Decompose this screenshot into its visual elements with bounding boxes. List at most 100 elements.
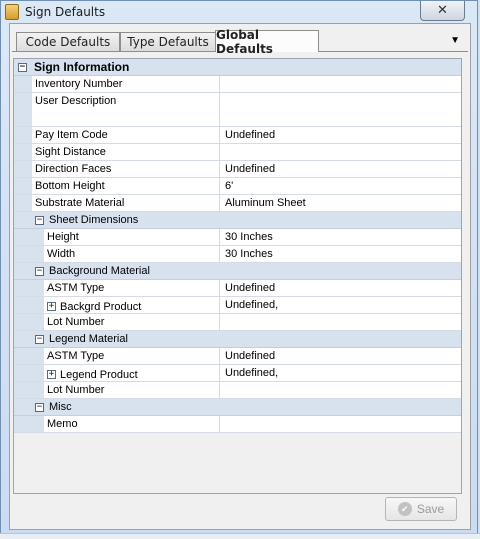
row-gutter	[14, 76, 32, 92]
property-name: Inventory Number	[32, 76, 220, 92]
property-name: Direction Faces	[32, 161, 220, 177]
group-misc[interactable]: − Misc	[14, 399, 461, 416]
title-bar: Sign Defaults ✕	[1, 1, 477, 23]
property-name: + Backgrd Product	[44, 297, 220, 313]
category-label: Sign Information	[34, 60, 130, 74]
property-value[interactable]	[220, 76, 461, 92]
group-label: Sheet Dimensions	[49, 214, 139, 226]
category-sign-information[interactable]: − Sign Information	[14, 59, 461, 76]
tab-type-defaults[interactable]: Type Defaults	[120, 32, 216, 51]
property-name: ASTM Type	[44, 280, 220, 296]
window-title: Sign Defaults	[25, 5, 106, 19]
collapse-icon[interactable]: −	[18, 62, 27, 72]
group-background-material[interactable]: − Background Material	[14, 263, 461, 280]
save-button-label: Save	[416, 502, 445, 516]
row-gutter	[14, 93, 32, 126]
tab-code-defaults[interactable]: Code Defaults	[16, 32, 120, 51]
row-gutter	[14, 314, 44, 330]
tab-label: Type Defaults	[127, 35, 209, 49]
property-row-legend-product[interactable]: + Legend Product Undefined,	[14, 365, 461, 382]
tab-label: Code Defaults	[25, 35, 111, 49]
property-value[interactable]: 6'	[220, 178, 461, 194]
collapse-icon[interactable]: −	[35, 402, 44, 412]
group-legend-material[interactable]: − Legend Material	[14, 331, 461, 348]
row-gutter	[14, 348, 44, 364]
tab-list-dropdown-icon[interactable]: ▼	[450, 35, 460, 46]
property-value[interactable]: Aluminum Sheet	[220, 195, 461, 211]
property-row-direction-faces[interactable]: Direction Faces Undefined	[14, 161, 461, 178]
property-name: Sight Distance	[32, 144, 220, 160]
expand-icon[interactable]: +	[47, 302, 56, 311]
row-gutter	[14, 416, 44, 432]
property-row-pay-item-code[interactable]: Pay Item Code Undefined	[14, 127, 461, 144]
grid-empty-area	[14, 433, 461, 493]
property-value[interactable]	[220, 314, 461, 330]
property-row-backgrd-product[interactable]: + Backgrd Product Undefined,	[14, 297, 461, 314]
collapse-icon[interactable]: −	[35, 334, 44, 344]
row-gutter	[14, 365, 44, 381]
save-button[interactable]: ✔ Save	[385, 497, 457, 521]
property-row-height[interactable]: Height 30 Inches	[14, 229, 461, 246]
tab-global-defaults[interactable]: Global Defaults	[215, 28, 319, 56]
app-icon	[5, 4, 19, 20]
property-name-label: Backgrd Product	[60, 300, 142, 313]
background-window-strip	[0, 533, 480, 539]
tab-strip: Code Defaults Type Defaults Global Defau…	[10, 28, 470, 56]
row-gutter	[14, 127, 32, 143]
property-value[interactable]	[220, 382, 461, 398]
sign-defaults-window: Sign Defaults ✕ Code Defaults Type Defau…	[0, 0, 478, 537]
property-value[interactable]: 30 Inches	[220, 229, 461, 245]
group-label: Background Material	[49, 265, 150, 277]
property-row-width[interactable]: Width 30 Inches	[14, 246, 461, 263]
property-value[interactable]	[220, 93, 461, 126]
property-row-bottom-height[interactable]: Bottom Height 6'	[14, 178, 461, 195]
row-gutter	[14, 229, 44, 245]
close-button[interactable]: ✕	[420, 1, 465, 21]
property-name: Substrate Material	[32, 195, 220, 211]
row-gutter	[14, 246, 44, 262]
collapse-icon[interactable]: −	[35, 215, 44, 225]
property-row-user-description[interactable]: User Description	[14, 93, 461, 127]
group-label: Misc	[49, 401, 72, 413]
group-sheet-dimensions[interactable]: − Sheet Dimensions	[14, 212, 461, 229]
property-name: Width	[44, 246, 220, 262]
property-row-inventory-number[interactable]: Inventory Number	[14, 76, 461, 93]
tab-label: Global Defaults	[216, 27, 273, 56]
property-grid[interactable]: − Sign Information Inventory Number User…	[13, 58, 462, 494]
property-name: ASTM Type	[44, 348, 220, 364]
property-value[interactable]: Undefined	[220, 348, 461, 364]
property-name: Memo	[44, 416, 220, 432]
property-value[interactable]	[220, 416, 461, 432]
property-value[interactable]: Undefined	[220, 161, 461, 177]
property-value[interactable]: Undefined	[220, 127, 461, 143]
property-row-substrate-material[interactable]: Substrate Material Aluminum Sheet	[14, 195, 461, 212]
property-row-astm-type[interactable]: ASTM Type Undefined	[14, 280, 461, 297]
property-name: User Description	[32, 93, 220, 126]
property-name: + Legend Product	[44, 365, 220, 381]
property-name-label: Legend Product	[60, 368, 138, 381]
collapse-icon[interactable]: −	[35, 266, 44, 276]
property-row-astm-type[interactable]: ASTM Type Undefined	[14, 348, 461, 365]
property-name: Lot Number	[44, 382, 220, 398]
property-value[interactable]: 30 Inches	[220, 246, 461, 262]
property-value[interactable]	[220, 144, 461, 160]
property-value[interactable]: Undefined	[220, 280, 461, 296]
close-icon: ✕	[437, 3, 448, 18]
row-gutter	[14, 297, 44, 313]
property-row-lot-number[interactable]: Lot Number	[14, 382, 461, 399]
global-defaults-panel: − Sign Information Inventory Number User…	[12, 51, 468, 497]
property-value[interactable]: Undefined,	[220, 297, 461, 313]
row-gutter	[14, 161, 32, 177]
property-value[interactable]: Undefined,	[220, 365, 461, 381]
property-row-lot-number[interactable]: Lot Number	[14, 314, 461, 331]
row-gutter	[14, 382, 44, 398]
property-row-sight-distance[interactable]: Sight Distance	[14, 144, 461, 161]
expand-icon[interactable]: +	[47, 370, 56, 379]
property-name: Bottom Height	[32, 178, 220, 194]
row-gutter	[14, 280, 44, 296]
row-gutter	[14, 178, 32, 194]
property-name: Pay Item Code	[32, 127, 220, 143]
row-gutter	[14, 144, 32, 160]
property-row-memo[interactable]: Memo	[14, 416, 461, 433]
property-name: Lot Number	[44, 314, 220, 330]
